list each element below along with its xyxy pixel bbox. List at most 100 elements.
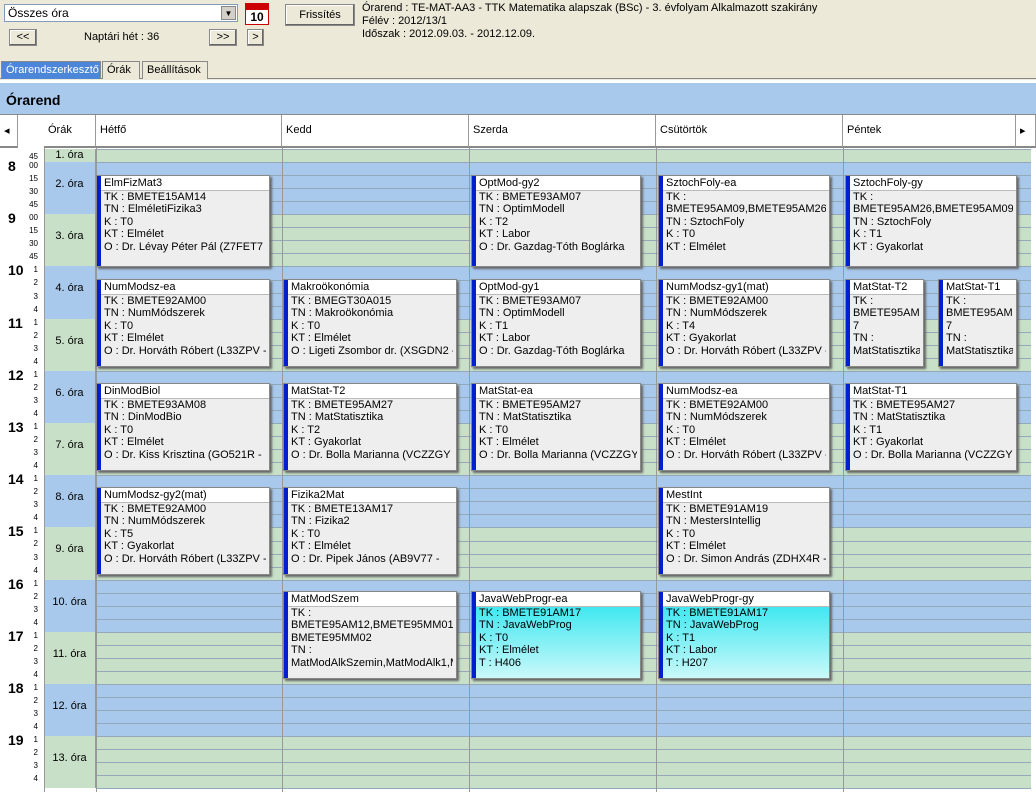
course-detail-line: K : T1 (479, 319, 509, 332)
minute-label: 2 (33, 643, 38, 653)
course-detail-line: TN : Fizika2 (291, 515, 350, 527)
course-detail-line: O : Dr. Horváth Róbert (L33ZPV - (666, 344, 826, 357)
minute-label: 1 (33, 683, 38, 692)
course-details: TK : BMETE95AM2 7 TN : MatStatisztika (939, 294, 1016, 366)
course-details: TK : BMETE13AM17 TN : Fizika2 K : T0 KT : E… (284, 502, 456, 574)
course-details: TK : BMETE91AM17 TN : JavaWebProg K : T1 KT… (659, 606, 829, 678)
minute-label: 1 (33, 265, 38, 275)
course-card[interactable]: OptMod-gy1 TK : BMETE93AM07 TN : OptimMode… (471, 279, 641, 367)
period-label: 7. óra (44, 423, 96, 476)
card-accent (284, 384, 288, 470)
minute-label: 2 (33, 748, 38, 758)
tab-classes[interactable]: Órák (102, 61, 140, 79)
day-header-wednesday: Szerda (469, 115, 656, 148)
course-detail-line: TN : NumMódszerek (666, 411, 767, 423)
course-card[interactable]: JavaWebProgr-ea TK : BMETE91AM17 TN : Java… (471, 591, 641, 679)
course-title: NumModsz-gy2(mat) (97, 488, 269, 503)
minute-label: 3 (33, 343, 38, 353)
card-accent (472, 592, 476, 678)
course-details: TK : BMETE95AM09,BMETE95AM26 TN : SztochFo… (659, 190, 829, 266)
day-header-thursday: Csütörtök (656, 115, 843, 148)
course-card[interactable]: MatStat-T1 TK : BMETE95AM27 TN : MatStatis… (845, 383, 1017, 471)
prev-week-button[interactable]: << (9, 29, 37, 46)
last-week-button[interactable]: > (247, 29, 264, 46)
time-gutter: 45 8 00 15 30 45 9 00 15 30 45 10 1 2 3 4 11 1 2 3 4 12 1 2 3 4 13… (0, 148, 44, 792)
course-card[interactable]: MatStat-T1 TK : BMETE95AM2 7 TN : MatStatiszt… (938, 279, 1017, 367)
course-details: TK : BMETE93AM07 TN : OptimModell K : T1 KT… (472, 294, 640, 366)
course-detail-line: O : Ligeti Zsombor dr. (XSGDN2 - (291, 344, 453, 357)
course-detail-line: K : T2 (479, 215, 509, 228)
course-detail-line: TN : NumMódszerek (666, 307, 767, 319)
grid-line (96, 710, 1031, 712)
minute-label: 30 (29, 239, 38, 249)
minute-label: 2 (33, 539, 38, 549)
course-card[interactable]: JavaWebProgr-gy TK : BMETE91AM17 TN : Java… (658, 591, 830, 679)
course-detail-line: 7 (853, 319, 860, 332)
minute-label: 3 (33, 709, 38, 719)
minute-label: 00 (29, 161, 38, 170)
minute-label: 3 (33, 552, 38, 562)
course-detail-line: TN : (291, 644, 312, 656)
day-header-monday: Hétfő (96, 115, 282, 148)
tab-bar: Órarendszerkesztő Órák Beállítások (0, 60, 1036, 79)
course-detail-line: O : Dr. Horváth Róbert (L33ZPV - (104, 344, 266, 357)
course-card[interactable]: NumModsz-gy2(mat) TK : BMETE92AM00 TN : Nu… (96, 487, 270, 575)
tab-editor[interactable]: Órarendszerkesztő (1, 61, 101, 79)
tab-settings[interactable]: Beállítások (142, 61, 208, 79)
course-card[interactable]: Fizika2Mat TK : BMETE13AM17 TN : Fizika2 K … (283, 487, 457, 575)
course-title: OptMod-gy1 (472, 280, 640, 295)
course-detail-line: TK : BMETE91AM17 (666, 606, 769, 619)
period-label: 2. óra (44, 162, 96, 215)
course-detail-line: K : T0 (666, 228, 696, 240)
grid-line (96, 162, 1031, 164)
course-title: SztochFoly-gy (846, 176, 1016, 191)
course-detail-line: K : T0 (104, 215, 134, 228)
course-detail-line: BMETE95MM02 (291, 631, 372, 644)
course-card[interactable]: SztochFoly-gy TK : BMETE95AM26,BMETE95AM09… (845, 175, 1017, 267)
scroll-right-icon[interactable]: ▸ (1016, 115, 1036, 148)
grid-line (96, 775, 1031, 777)
course-detail-line: TK : BMETE13AM17 (291, 502, 394, 515)
course-card[interactable]: OptMod-gy2 TK : BMETE93AM07 TN : OptimMode… (471, 175, 641, 267)
course-detail-line: K : T1 (666, 631, 696, 644)
course-card[interactable]: NumModsz-ea TK : BMETE92AM00 TN : NumMódsz… (96, 279, 270, 367)
course-card[interactable]: MatStat-T2 TK : BMETE95AM27 TN : MatStatis… (283, 383, 457, 471)
refresh-button[interactable]: Frissítés (285, 4, 355, 26)
course-card[interactable]: NumModsz-ea TK : BMETE92AM00 TN : NumMódsz… (658, 383, 830, 471)
course-card[interactable]: ElmFizMat3 TK : BMETE15AM14 TN : ElméletiF… (96, 175, 270, 267)
course-detail-line: MatStatisztika (946, 344, 1013, 357)
calendar-icon[interactable]: 10 (245, 3, 269, 25)
course-card[interactable]: MatStat-ea TK : BMETE95AM27 TN : MatStatis… (471, 383, 641, 471)
course-detail-line: K : T0 (479, 631, 509, 644)
grid-line (96, 370, 1031, 372)
course-detail-line: TN : MatStatisztika (853, 411, 946, 423)
scroll-left-icon[interactable]: ◂ (0, 115, 18, 148)
period-label: 4. óra (44, 266, 96, 319)
course-detail-line: KT : Labor (666, 644, 718, 656)
course-detail-line: BMETE95AM2 (946, 307, 1013, 319)
course-detail-line: TN : MatStatisztika (479, 411, 572, 423)
course-details: TK : BMETE95AM27 TN : MatStatisztika K : T… (472, 398, 640, 470)
course-detail-line: TN : NumMódszerek (104, 515, 205, 527)
course-detail-line: MatModAlkSzemin,MatModAlk1,M (291, 656, 453, 669)
course-detail-line: T : H207 (666, 656, 708, 669)
course-details: TK : BMETE92AM00 TN : NumMódszerek K : T5 K… (97, 502, 269, 574)
course-card[interactable]: NumModsz-gy1(mat) TK : BMETE92AM00 TN : Nu… (658, 279, 830, 367)
course-title: SztochFoly-ea (659, 176, 829, 191)
chevron-down-icon[interactable]: ▼ (221, 6, 236, 20)
week-label: Naptári hét : 36 (84, 31, 160, 43)
filter-select[interactable]: Összes óra ▼ (4, 4, 238, 22)
course-card[interactable]: MatModSzem TK : BMETE95AM12,BMETE95MM01, BM… (283, 591, 457, 679)
course-detail-line: KT : Labor (479, 228, 531, 240)
period-label: 3. óra (44, 214, 96, 267)
next-week-button[interactable]: >> (209, 29, 237, 46)
info-line-3: Időszak : 2012.09.03. - 2012.12.09. (362, 28, 536, 40)
course-card[interactable]: DinModBiol TK : BMETE93AM08 TN : DinModBio… (96, 383, 270, 471)
course-card[interactable]: SztochFoly-ea TK : BMETE95AM09,BMETE95AM26… (658, 175, 830, 267)
filter-value: Összes óra (8, 6, 69, 20)
minute-label: 15 (29, 174, 38, 184)
course-card[interactable]: Makroökonómia TK : BMEGT30A015 TN : Makroö… (283, 279, 457, 367)
course-detail-line: K : T2 (291, 423, 321, 436)
course-card[interactable]: MestInt TK : BMETE91AM19 TN : MestersIntel… (658, 487, 830, 575)
course-card[interactable]: MatStat-T2 TK : BMETE95AM2 7 TN : MatStatiszt… (845, 279, 924, 367)
